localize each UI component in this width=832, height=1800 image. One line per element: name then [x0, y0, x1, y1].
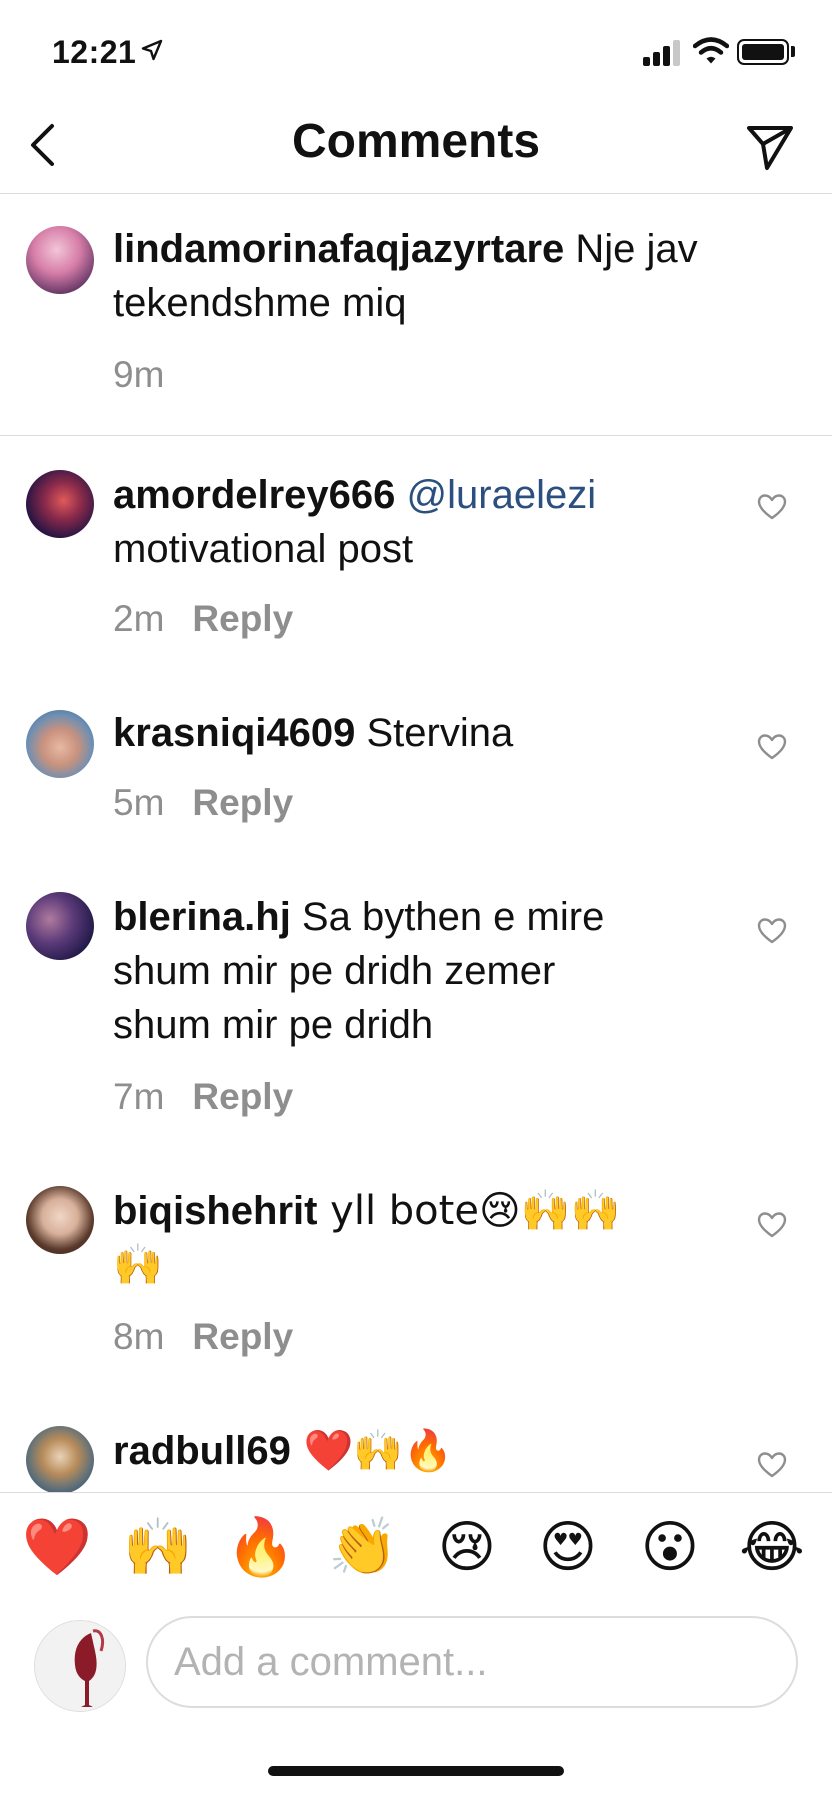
comment-time: 9m — [113, 354, 165, 395]
cellular-signal-icon — [643, 40, 681, 66]
comment-meta: 9m — [113, 354, 164, 396]
comment-body: Stervina — [355, 711, 514, 755]
avatar[interactable] — [26, 1426, 94, 1494]
current-user-avatar — [34, 1620, 126, 1712]
post-caption: lindamorinafaqjazyrtare Nje jav tekendsh… — [0, 194, 832, 436]
comment-text: blerina.hj Sa bythen e mire shum mir pe … — [113, 890, 604, 1052]
comment-composer — [0, 1600, 832, 1720]
reply-button[interactable]: Reply — [192, 1076, 293, 1117]
emoji-clapping-button[interactable]: 👏 — [326, 1511, 400, 1585]
header: Comments — [0, 100, 832, 194]
comment-body-line2: shum mir pe dridh zemer — [113, 949, 556, 993]
comment-meta: 8m Reply — [113, 1316, 293, 1358]
emoji-surprised-button[interactable]: 😮 — [633, 1511, 707, 1585]
status-bar: 12:21 — [0, 0, 832, 100]
comment-mention[interactable]: @luraelezi — [407, 473, 597, 517]
comment-body-line3: shum mir pe dridh — [113, 1003, 434, 1047]
comment-username[interactable]: amordelrey666 — [113, 473, 395, 517]
comment-meta: 2m Reply — [113, 598, 293, 640]
status-time: 12:21 — [52, 34, 137, 70]
emoji-heart-eyes-button[interactable]: 😍 — [531, 1511, 605, 1585]
comment-text: krasniqi4609 Stervina — [113, 706, 513, 760]
caption-text: lindamorinafaqjazyrtare Nje jav tekendsh… — [113, 222, 698, 330]
battery-cap — [791, 46, 795, 57]
emoji-heart-button[interactable]: ❤️ — [20, 1511, 94, 1585]
reply-button[interactable]: Reply — [192, 598, 293, 639]
like-heart-icon[interactable] — [757, 493, 787, 521]
comment-body-line2: 🙌 — [113, 1242, 163, 1288]
comment-username[interactable]: blerina.hj — [113, 895, 291, 939]
avatar[interactable] — [26, 710, 94, 778]
caption-body-line2: tekendshme miq — [113, 281, 407, 325]
avatar[interactable] — [26, 470, 94, 538]
comment-time: 8m — [113, 1316, 165, 1357]
reply-button[interactable]: Reply — [192, 782, 293, 823]
comment-username[interactable]: lindamorinafaqjazyrtare — [113, 227, 564, 271]
like-heart-icon[interactable] — [757, 917, 787, 945]
page-title: Comments — [291, 115, 541, 168]
like-heart-icon[interactable] — [757, 1451, 787, 1479]
home-indicator — [268, 1766, 564, 1776]
comment-time: 5m — [113, 782, 165, 823]
avatar[interactable] — [26, 892, 94, 960]
emoji-laughing-button[interactable]: 😂 — [735, 1511, 809, 1585]
wifi-icon — [693, 37, 729, 64]
like-heart-icon[interactable] — [757, 733, 787, 761]
paper-plane-icon[interactable] — [745, 122, 795, 172]
caption-body: Nje jav — [564, 227, 698, 271]
comment-body: yll bote😢🙌🙌 — [317, 1188, 621, 1234]
comment-username[interactable]: biqishehrit — [113, 1189, 317, 1233]
comment-time: 7m — [113, 1076, 165, 1117]
wine-glass-icon — [35, 1621, 125, 1711]
location-arrow-icon — [141, 39, 163, 61]
comment-text: amordelrey666 @luraelezi motivational po… — [113, 468, 596, 576]
comment-meta: 5m Reply — [113, 782, 293, 824]
comment-body: ❤️🙌🔥 — [290, 1428, 453, 1474]
comment-input[interactable] — [146, 1616, 798, 1708]
comment-text: radbull69 ❤️🙌🔥 — [113, 1424, 453, 1478]
emoji-quick-bar: ❤️ 🙌 🔥 👏 😢 😍 😮 😂 — [0, 1492, 832, 1600]
comment-username[interactable]: radbull69 — [113, 1429, 291, 1473]
reply-button[interactable]: Reply — [192, 1316, 293, 1357]
emoji-crying-button[interactable]: 😢 — [430, 1511, 504, 1585]
comment-meta: 7m Reply — [113, 1076, 293, 1118]
comment-text: biqishehrit yll bote😢🙌🙌 🙌 — [113, 1184, 620, 1292]
emoji-fire-button[interactable]: 🔥 — [224, 1511, 298, 1585]
comment-username[interactable]: krasniqi4609 — [113, 711, 355, 755]
battery-icon — [737, 39, 789, 65]
like-heart-icon[interactable] — [757, 1211, 787, 1239]
comment-body: Sa bythen e mire — [290, 895, 605, 939]
avatar[interactable] — [26, 226, 94, 294]
emoji-raised-hands-button[interactable]: 🙌 — [121, 1511, 195, 1585]
comment-body-line2: motivational post — [113, 527, 414, 571]
comment-time: 2m — [113, 598, 165, 639]
avatar[interactable] — [26, 1186, 94, 1254]
